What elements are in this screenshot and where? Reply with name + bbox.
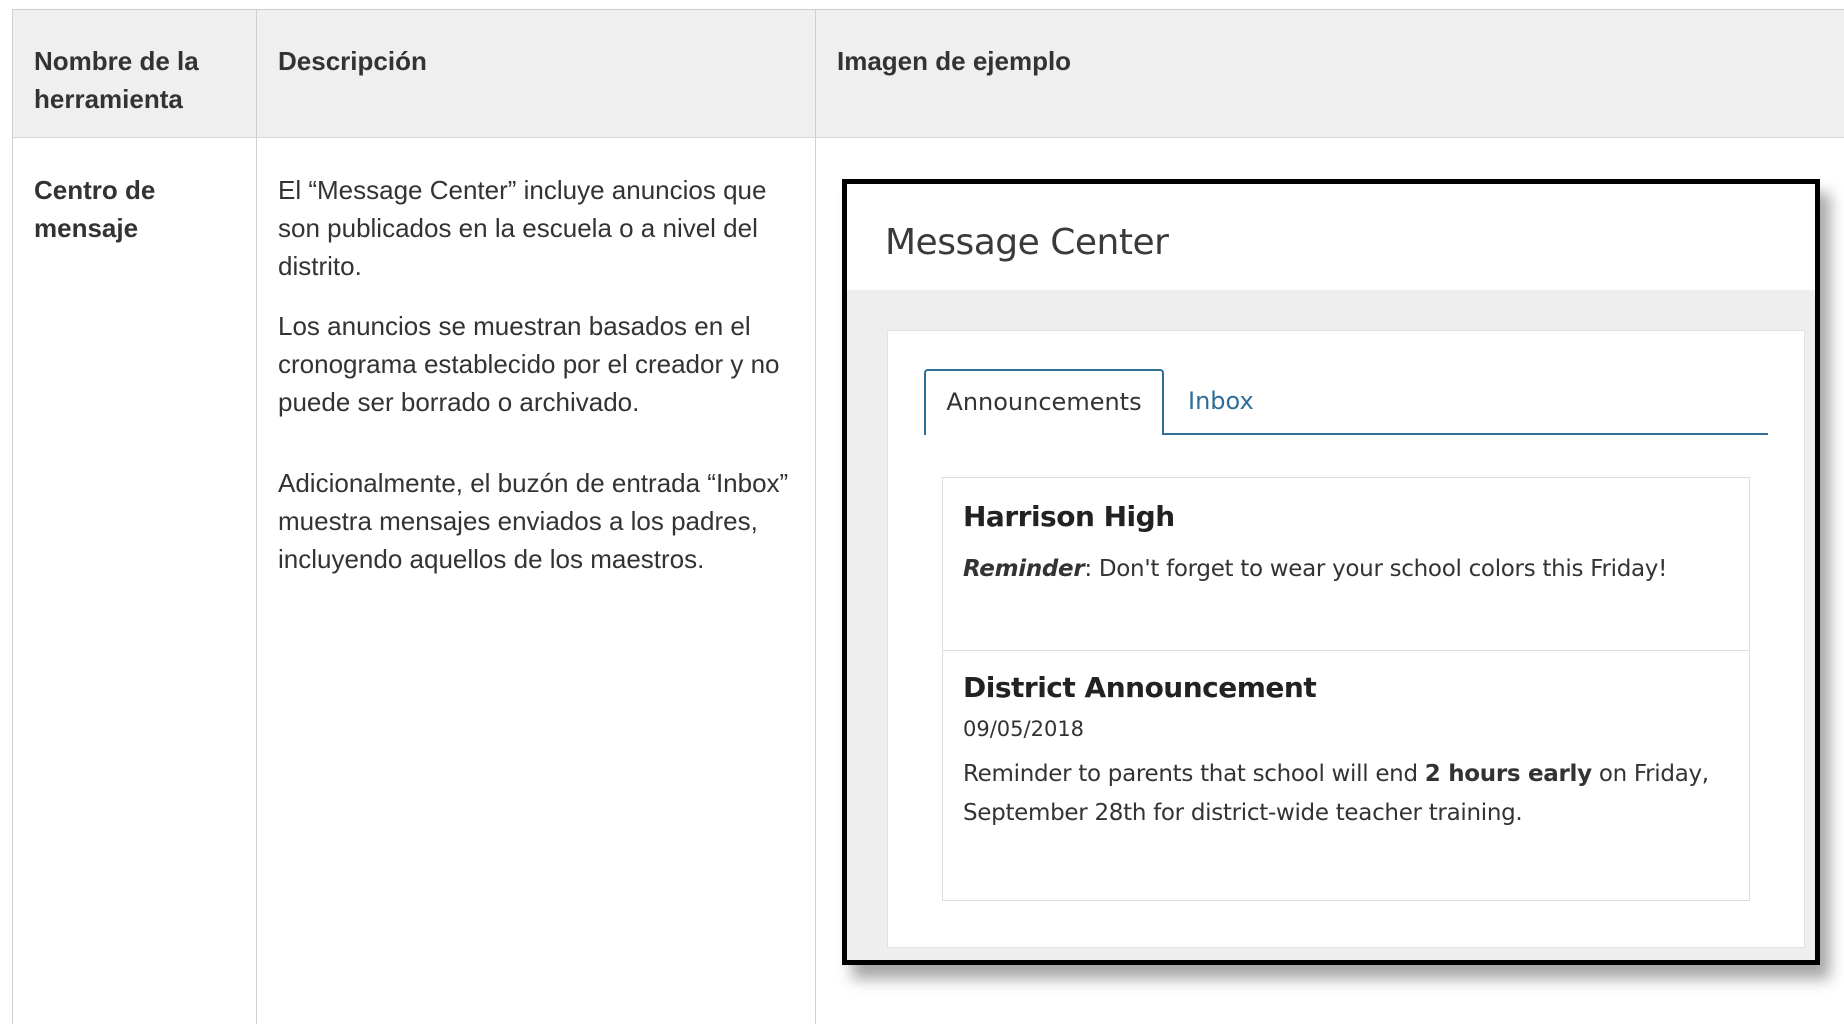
- message-center-title: Message Center: [885, 222, 1169, 263]
- column-divider: [815, 10, 816, 1024]
- list-item: Harrison High Reminder: Don't forget to …: [943, 478, 1749, 651]
- announcement-title: Harrison High: [963, 500, 1175, 533]
- tab-announcements[interactable]: Announcements: [924, 369, 1164, 435]
- announcement-text-rest: : Don't forget to wear your school color…: [1084, 556, 1668, 582]
- announcement-text-start: Reminder to parents that school will end: [963, 761, 1425, 787]
- announcement-title: District Announcement: [963, 671, 1317, 704]
- column-divider: [256, 10, 257, 1024]
- tab-inbox[interactable]: Inbox: [1188, 371, 1254, 431]
- announcement-date: 09/05/2018: [963, 717, 1085, 741]
- header-example-image: Imagen de ejemplo: [837, 46, 1072, 76]
- description-paragraph: Los anuncios se muestran basados en el c…: [278, 311, 780, 417]
- announcement-text: Reminder: Don't forget to wear your scho…: [963, 550, 1719, 589]
- description-paragraph: Adicionalmente, el buzón de entrada “Inb…: [278, 468, 789, 574]
- announcement-text: Reminder to parents that school will end…: [963, 755, 1719, 833]
- message-center-card: Announcements Inbox Harrison High Remind…: [887, 330, 1805, 948]
- announcements-list: Harrison High Reminder: Don't forget to …: [942, 477, 1750, 901]
- announcement-text-bold: 2 hours early: [1424, 761, 1592, 787]
- description-paragraph: El “Message Center” incluye anuncios que…: [278, 175, 767, 281]
- example-screenshot: Message Center Announcements Inbox Harri…: [842, 179, 1820, 965]
- description-cell: El “Message Center” incluye anuncios que…: [278, 171, 798, 578]
- header-description: Descripción: [278, 46, 427, 76]
- header-tool-name: Nombre de la herramienta: [34, 46, 199, 114]
- message-center-body: Announcements Inbox Harrison High Remind…: [847, 290, 1815, 960]
- message-center-header: Message Center: [847, 184, 1815, 291]
- tool-name-cell: Centro de mensaje: [34, 175, 156, 243]
- list-item: District Announcement 09/05/2018 Reminde…: [943, 651, 1749, 900]
- announcement-emphasis: Reminder: [963, 556, 1085, 582]
